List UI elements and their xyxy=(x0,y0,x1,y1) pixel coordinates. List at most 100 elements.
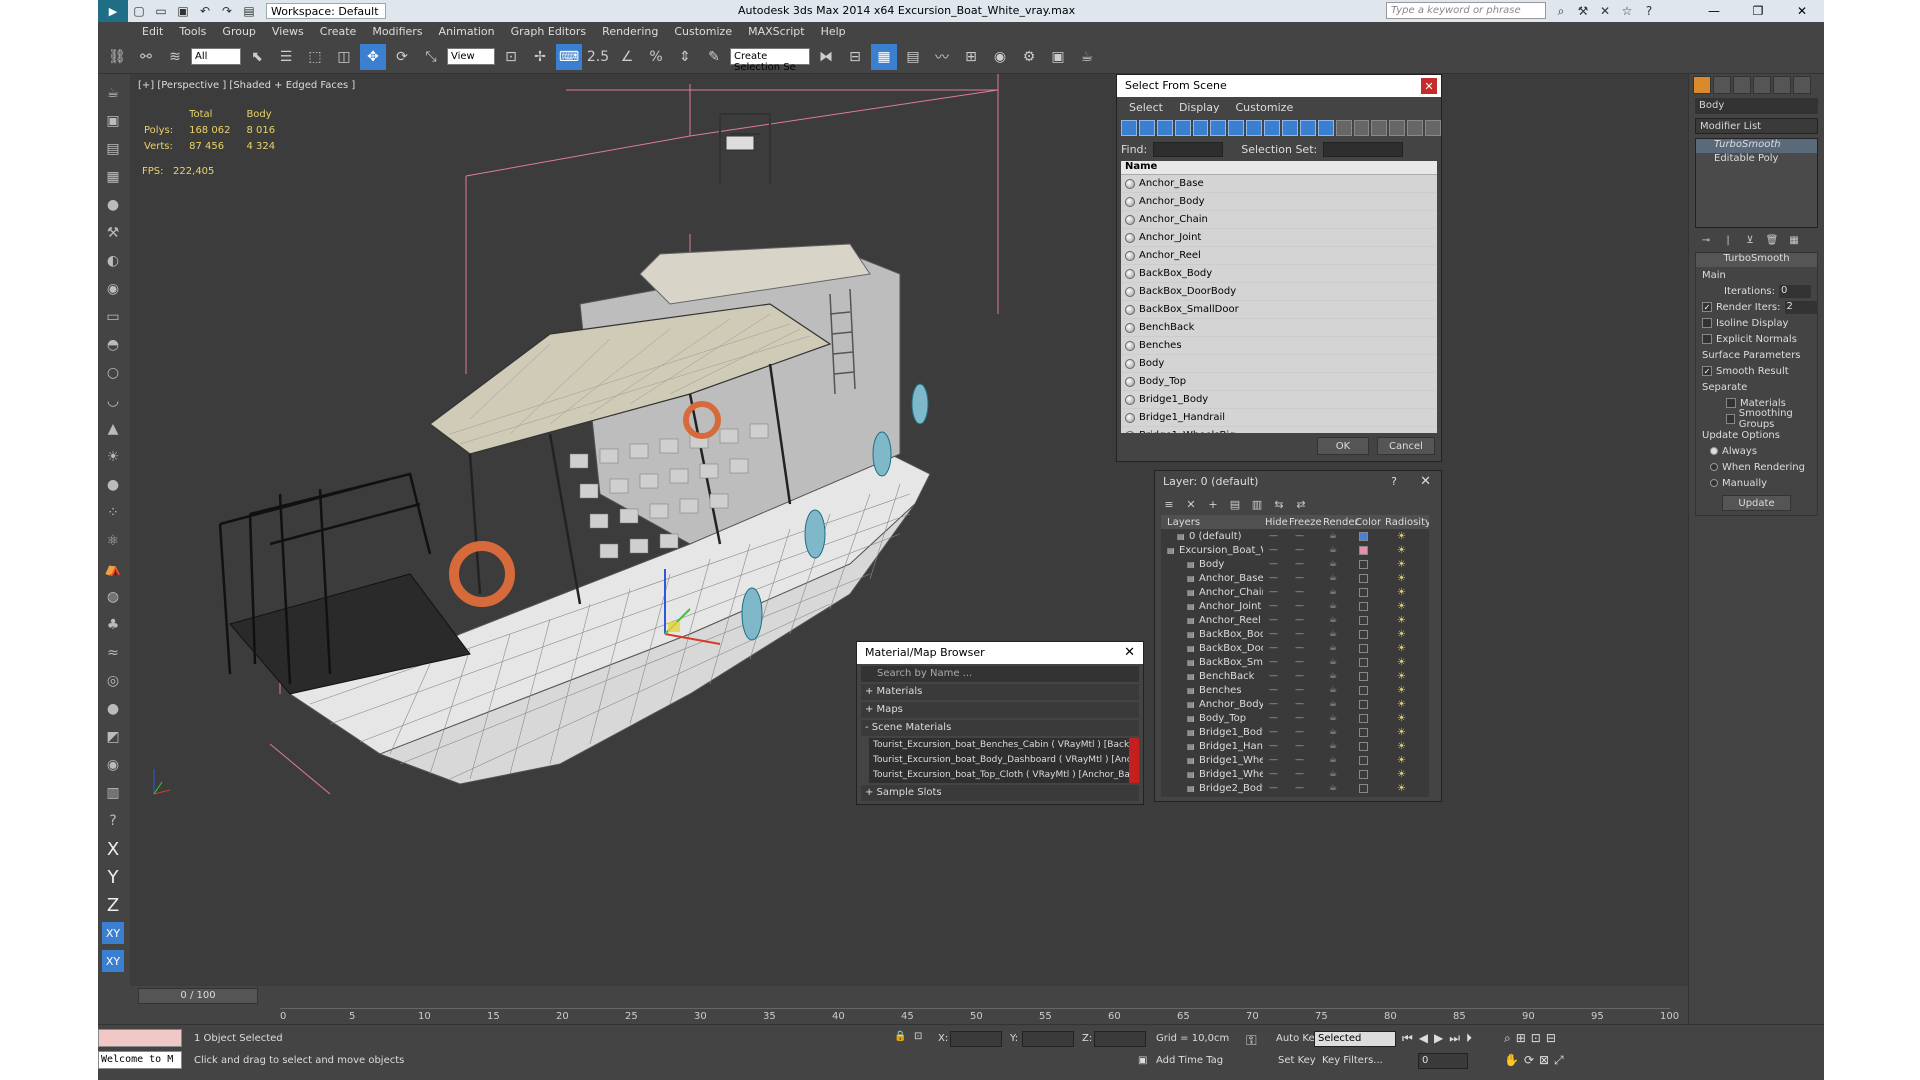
maximize-button[interactable]: ❐ xyxy=(1736,0,1780,22)
update-button[interactable]: Update xyxy=(1722,495,1791,511)
layer-color-swatch[interactable] xyxy=(1359,783,1368,793)
hide-toggle[interactable]: — xyxy=(1269,755,1278,765)
pivot-center-icon[interactable]: ⊡ xyxy=(498,44,524,70)
layer-color-swatch[interactable] xyxy=(1359,629,1368,639)
hide-toggle[interactable]: — xyxy=(1269,657,1278,667)
render-toggle-icon[interactable]: ☕ xyxy=(1329,629,1337,639)
mirror-icon[interactable]: ⧓ xyxy=(813,44,839,70)
scene-object-row[interactable]: Benches xyxy=(1121,337,1437,355)
percent-snap-icon[interactable]: % xyxy=(643,44,669,70)
radiosity-icon[interactable]: ☀ xyxy=(1397,643,1406,654)
smooth-result-checkbox[interactable]: ✓ xyxy=(1702,366,1712,376)
binoculars-icon[interactable]: ⌕ xyxy=(1550,0,1572,22)
undo-icon[interactable]: ↶ xyxy=(194,0,216,22)
layer-color-swatch[interactable] xyxy=(1359,755,1368,765)
hide-toggle[interactable]: — xyxy=(1269,531,1278,541)
rect-selection-icon[interactable]: ⬚ xyxy=(302,44,328,70)
motion-tab-icon[interactable] xyxy=(1753,76,1771,94)
layer-row[interactable]: ▤ Benches — — ☕ ☀ xyxy=(1161,683,1429,697)
hide-toggle[interactable]: — xyxy=(1269,741,1278,751)
collapse-icon[interactable] xyxy=(1425,120,1442,136)
snaps-toggle-icon[interactable]: 2.5 xyxy=(585,44,611,70)
graphite-ribbon-icon[interactable]: ▤ xyxy=(900,44,926,70)
schematic-view-icon[interactable]: ⊞ xyxy=(958,44,984,70)
render-toggle-icon[interactable]: ☕ xyxy=(1329,559,1337,569)
freeze-toggle[interactable]: — xyxy=(1295,643,1304,653)
select-rotate-icon[interactable]: ⟳ xyxy=(389,44,415,70)
layer-color-swatch[interactable] xyxy=(1359,615,1368,625)
scene-object-row[interactable]: Body xyxy=(1121,355,1437,373)
freeze-toggle[interactable]: — xyxy=(1295,629,1304,639)
time-tag-icon[interactable]: ▣ xyxy=(1138,1055,1147,1066)
layer-color-swatch[interactable] xyxy=(1359,573,1368,583)
open-file-icon[interactable]: ▭ xyxy=(150,0,172,22)
freeze-toggle[interactable]: — xyxy=(1295,727,1304,737)
freeze-toggle[interactable]: — xyxy=(1295,783,1304,793)
scene-object-row[interactable]: Bridge1_WheelsBig xyxy=(1121,427,1437,433)
iterations-spinner[interactable]: 0 xyxy=(1779,284,1811,298)
menu-create[interactable]: Create xyxy=(312,25,365,38)
wrench-icon[interactable]: ⚒ xyxy=(102,222,124,244)
sfs-menu-customize[interactable]: Customize xyxy=(1227,101,1301,114)
add-time-tag[interactable]: Add Time Tag xyxy=(1156,1055,1223,1066)
radiosity-icon[interactable]: ☀ xyxy=(1397,657,1406,668)
viewport-nav-controls[interactable]: ⌕⊞⊡⊟ xyxy=(1504,1031,1561,1046)
viewport-nav-controls-2[interactable]: ✋⟳⊠⤢ xyxy=(1504,1053,1569,1068)
render-toggle-icon[interactable]: ☕ xyxy=(1329,783,1337,793)
hidden-filter-icon[interactable] xyxy=(1317,120,1334,136)
layers-icon[interactable]: ▥ xyxy=(102,782,124,804)
scene-object-row[interactable]: Anchor_Reel xyxy=(1121,247,1437,265)
select-manipulate-icon[interactable]: ✢ xyxy=(527,44,553,70)
modifier-list-dropdown[interactable]: Modifier List xyxy=(1695,118,1818,134)
xrefs-filter-icon[interactable] xyxy=(1246,120,1263,136)
pin-stack-icon[interactable]: ⊸ xyxy=(1697,232,1715,248)
tools-icon[interactable]: ⚒ xyxy=(1572,0,1594,22)
freeze-toggle[interactable]: — xyxy=(1295,769,1304,779)
layer-color-swatch[interactable] xyxy=(1359,713,1368,723)
set-key-button[interactable]: Set Key xyxy=(1278,1055,1316,1066)
shapes-filter-icon[interactable] xyxy=(1138,120,1155,136)
select-object-icon[interactable]: ⬉ xyxy=(244,44,270,70)
layer-row[interactable]: ▤ Body_Top — — ☕ ☀ xyxy=(1161,711,1429,725)
layer-row[interactable]: ▤ Anchor_Joint — — ☕ ☀ xyxy=(1161,599,1429,613)
material-browser-close-icon[interactable]: ✕ xyxy=(1124,645,1135,660)
ball-icon[interactable]: ● xyxy=(102,698,124,720)
render-toggle-icon[interactable]: ☕ xyxy=(1329,573,1337,583)
hide-toggle[interactable]: — xyxy=(1269,545,1278,555)
render-toggle-icon[interactable]: ☕ xyxy=(1329,755,1337,765)
render-toggle-icon[interactable]: ☕ xyxy=(1329,727,1337,737)
render-toggle-icon[interactable]: ☕ xyxy=(1329,657,1337,667)
separate-materials-checkbox[interactable] xyxy=(1726,398,1736,408)
layer-row[interactable]: ▤ BackBox_SmallDc — — ☕ ☀ xyxy=(1161,655,1429,669)
create-layer-icon[interactable]: ≡ xyxy=(1159,495,1179,513)
sphere-icon[interactable]: ◉ xyxy=(102,278,124,300)
freeze-toggle[interactable]: — xyxy=(1295,713,1304,723)
save-file-icon[interactable]: ▣ xyxy=(172,0,194,22)
freeze-toggle[interactable]: — xyxy=(1295,699,1304,709)
freeze-toggle[interactable]: — xyxy=(1295,601,1304,611)
hierarchy-tab-icon[interactable] xyxy=(1733,76,1751,94)
menu-modifiers[interactable]: Modifiers xyxy=(364,25,430,38)
current-frame-field[interactable]: 0 xyxy=(1418,1053,1468,1069)
freeze-all-icon[interactable]: ⇄ xyxy=(1291,495,1311,513)
unlink-icon[interactable]: ⚯ xyxy=(133,44,159,70)
layer-color-swatch[interactable] xyxy=(1359,559,1368,569)
layer-row[interactable]: ▤ Anchor_Body — — ☕ ☀ xyxy=(1161,697,1429,711)
freeze-toggle[interactable]: — xyxy=(1295,657,1304,667)
show-end-result-icon[interactable]: | xyxy=(1719,232,1737,248)
materials-section[interactable]: + Materials xyxy=(861,684,1139,700)
radiosity-icon[interactable]: ☀ xyxy=(1397,741,1406,752)
select-invert-icon[interactable] xyxy=(1371,120,1388,136)
radiosity-icon[interactable]: ☀ xyxy=(1397,685,1406,696)
workspace-dropdown[interactable]: Workspace: Default xyxy=(266,3,386,19)
freeze-toggle[interactable]: — xyxy=(1295,671,1304,681)
render-toggle-icon[interactable]: ☕ xyxy=(1329,531,1337,541)
lights-filter-icon[interactable] xyxy=(1156,120,1173,136)
select-by-name-icon[interactable]: ☰ xyxy=(273,44,299,70)
x-coordinate-field[interactable] xyxy=(950,1031,1002,1047)
select-scale-icon[interactable]: ⤡ xyxy=(418,44,444,70)
axis-z-icon[interactable]: Z xyxy=(102,894,124,916)
rendered-frame-icon[interactable]: ▣ xyxy=(1045,44,1071,70)
maxscript-mini-listener[interactable]: Welcome to M xyxy=(98,1051,182,1069)
layer-row[interactable]: ▤ Body — — ☕ ☀ xyxy=(1161,557,1429,571)
